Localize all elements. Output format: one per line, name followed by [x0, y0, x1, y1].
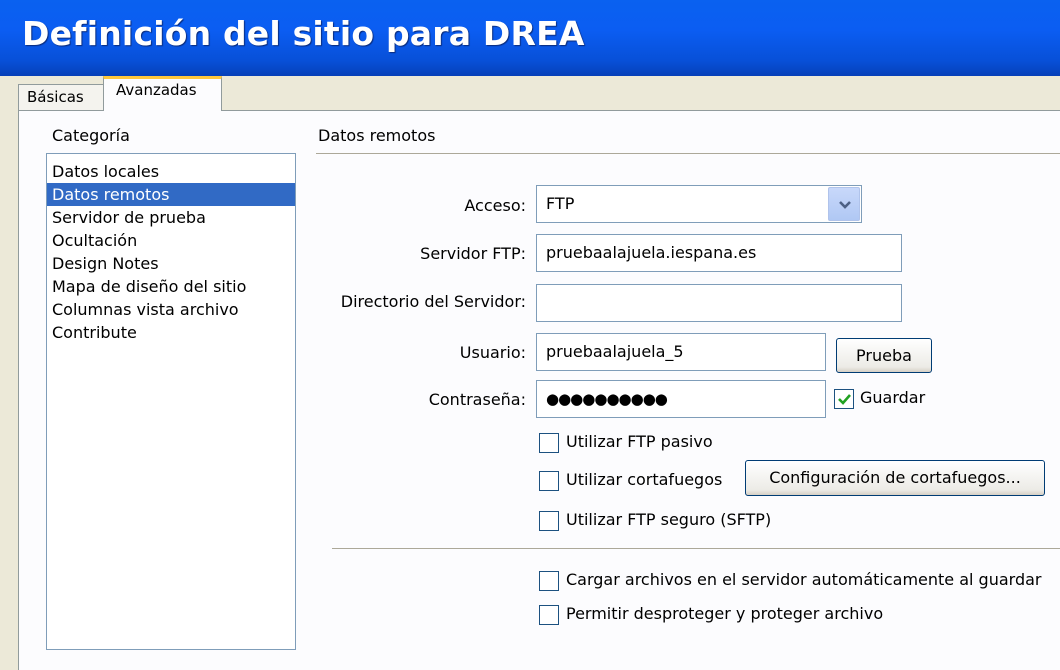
- list-item-contribute[interactable]: Contribute: [47, 321, 295, 344]
- firewall-settings-button[interactable]: Configuración de cortafuegos...: [745, 460, 1045, 496]
- check-in-out-label: Permitir desproteger y proteger archivo: [566, 604, 884, 623]
- server-dir-input[interactable]: [536, 284, 902, 322]
- list-item-design-notes[interactable]: Design Notes: [47, 252, 295, 275]
- list-item-columnas-vista[interactable]: Columnas vista archivo: [47, 298, 295, 321]
- check-in-out-checkbox[interactable]: [539, 605, 559, 625]
- user-input[interactable]: pruebaalajuela_5: [536, 333, 826, 371]
- dropdown-button[interactable]: [828, 187, 860, 221]
- auto-upload-label: Cargar archivos en el servidor automátic…: [566, 570, 1042, 589]
- secure-ftp-label: Utilizar FTP seguro (SFTP): [566, 510, 772, 529]
- access-value: FTP: [546, 194, 575, 213]
- save-password-label: Guardar: [860, 388, 926, 407]
- ftp-server-label: Servidor FTP:: [420, 244, 526, 263]
- tab-basicas[interactable]: Básicas: [18, 84, 106, 110]
- passive-ftp-checkbox[interactable]: [539, 433, 559, 453]
- section-divider: [316, 153, 1060, 154]
- chevron-down-icon: [839, 201, 851, 209]
- list-item-datos-remotos[interactable]: Datos remotos: [47, 183, 295, 206]
- title-bar: Definición del sitio para DREA: [0, 0, 1060, 76]
- secure-ftp-checkbox[interactable]: [539, 511, 559, 531]
- list-item-ocultacion[interactable]: Ocultación: [47, 229, 295, 252]
- password-label: Contraseña:: [428, 390, 526, 409]
- test-button[interactable]: Prueba: [836, 338, 932, 373]
- server-dir-label: Directorio del Servidor:: [340, 292, 526, 311]
- ftp-server-input[interactable]: pruebaalajuela.iespana.es: [536, 234, 902, 272]
- category-header: Categoría: [52, 126, 130, 145]
- checkmark-icon: [838, 394, 851, 405]
- options-divider: [332, 548, 1060, 549]
- access-label: Acceso:: [464, 196, 526, 215]
- section-title: Datos remotos: [318, 126, 436, 145]
- passive-ftp-label: Utilizar FTP pasivo: [566, 432, 713, 451]
- save-password-checkbox[interactable]: [834, 389, 854, 409]
- firewall-checkbox[interactable]: [539, 471, 559, 491]
- list-item-mapa-diseno[interactable]: Mapa de diseño del sitio: [47, 275, 295, 298]
- password-input[interactable]: ●●●●●●●●●●: [536, 380, 826, 418]
- auto-upload-checkbox[interactable]: [539, 571, 559, 591]
- list-item-datos-locales[interactable]: Datos locales: [47, 160, 295, 183]
- tab-avanzadas[interactable]: Avanzadas: [103, 76, 222, 111]
- access-select[interactable]: FTP: [536, 185, 862, 223]
- user-label: Usuario:: [459, 343, 526, 362]
- firewall-label: Utilizar cortafuegos: [566, 470, 723, 489]
- window-title: Definición del sitio para DREA: [22, 14, 585, 53]
- category-list[interactable]: Datos locales Datos remotos Servidor de …: [46, 153, 296, 650]
- list-item-servidor-prueba[interactable]: Servidor de prueba: [47, 206, 295, 229]
